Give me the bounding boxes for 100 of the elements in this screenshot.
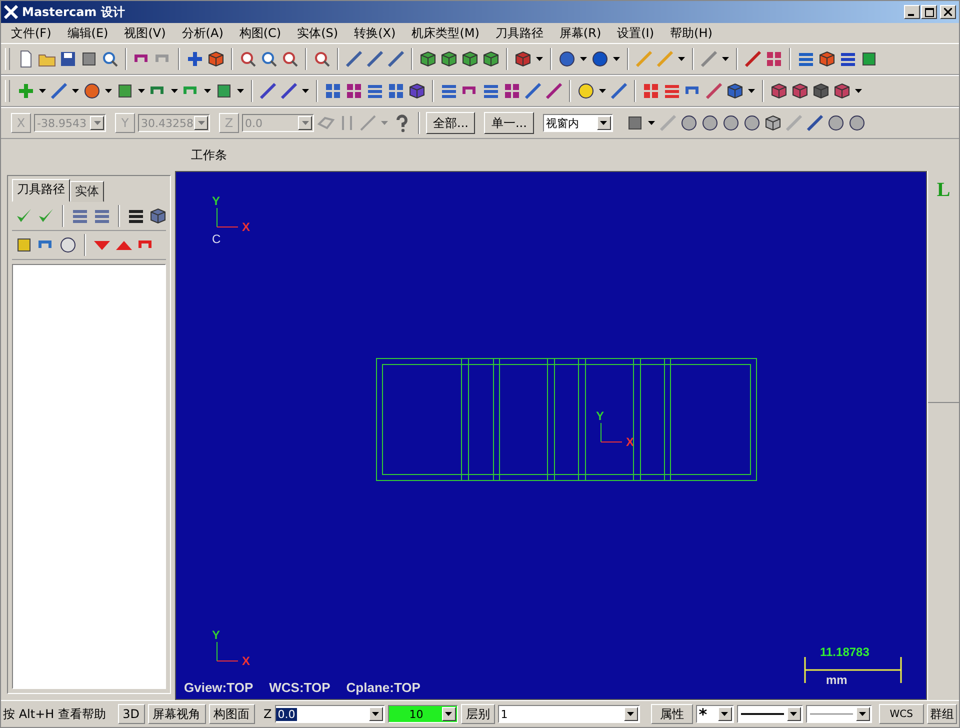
caret-icon[interactable] xyxy=(204,89,211,93)
caret-icon[interactable] xyxy=(72,89,79,93)
close-button[interactable] xyxy=(940,5,956,19)
caret-icon[interactable] xyxy=(648,121,655,125)
menu-item[interactable]: 屏幕(R) xyxy=(559,24,602,42)
shape-icon[interactable] xyxy=(207,50,225,68)
grid-icon[interactable] xyxy=(503,82,521,100)
cube-icon[interactable] xyxy=(440,50,458,68)
selection-mode-dropdown[interactable]: 视窗内 xyxy=(542,114,613,132)
caret-icon[interactable] xyxy=(722,57,729,61)
preview-icon[interactable] xyxy=(101,50,119,68)
status-button[interactable]: 3D xyxy=(118,704,145,724)
menu-item[interactable]: 文件(F) xyxy=(11,24,52,42)
point-style-dropdown[interactable]: * xyxy=(696,705,734,723)
bars-icon[interactable] xyxy=(663,82,681,100)
select-button[interactable]: 单一... xyxy=(484,112,534,134)
circle-icon[interactable] xyxy=(83,82,101,100)
menu-item[interactable]: 帮助(H) xyxy=(670,24,712,42)
color-field[interactable]: 10 xyxy=(388,705,458,723)
menu-item[interactable]: 刀具路径 xyxy=(495,24,544,42)
status-button[interactable]: 屏幕视角 xyxy=(148,704,206,724)
cube-icon[interactable] xyxy=(812,82,830,100)
line-icon[interactable] xyxy=(50,82,68,100)
zoom-out-icon[interactable] xyxy=(281,50,299,68)
caret-icon[interactable] xyxy=(39,89,46,93)
menu-item[interactable]: 机床类型(M) xyxy=(412,24,480,42)
cube-icon[interactable] xyxy=(764,114,782,132)
caret-icon[interactable] xyxy=(748,89,755,93)
shape-icon[interactable] xyxy=(791,82,809,100)
status-button[interactable]: 构图面 xyxy=(208,704,255,724)
bars-icon[interactable] xyxy=(797,50,815,68)
menu-item[interactable]: 编辑(E) xyxy=(67,24,108,42)
caret-icon[interactable] xyxy=(599,89,606,93)
scale-bar-icon xyxy=(804,657,902,683)
app-logo-icon xyxy=(4,5,18,19)
bars-icon[interactable] xyxy=(440,82,458,100)
bars-icon[interactable] xyxy=(482,82,500,100)
grid-icon[interactable] xyxy=(387,82,405,100)
grid-icon[interactable] xyxy=(324,82,342,100)
menu-item[interactable]: 分析(A) xyxy=(182,24,224,42)
axis-label: X xyxy=(626,435,634,449)
caret-icon[interactable] xyxy=(536,57,543,61)
menu-item[interactable]: 视图(V) xyxy=(124,24,166,42)
shape-icon[interactable] xyxy=(818,50,836,68)
grid-icon[interactable] xyxy=(345,82,363,100)
menu-item[interactable]: 构图(C) xyxy=(239,24,282,42)
minimize-button[interactable] xyxy=(904,5,920,19)
cube-icon[interactable] xyxy=(726,82,744,100)
caret-icon[interactable] xyxy=(613,57,620,61)
save-icon[interactable] xyxy=(59,50,77,68)
line-icon[interactable] xyxy=(524,82,542,100)
line-width-dropdown[interactable] xyxy=(806,705,872,723)
bars-icon[interactable] xyxy=(366,82,384,100)
cube-icon[interactable] xyxy=(461,50,479,68)
axis-label: X xyxy=(242,654,250,668)
line-style-dropdown[interactable] xyxy=(736,705,803,723)
z-depth-field[interactable]: 0.0 xyxy=(274,705,385,723)
menu-item[interactable]: 设置(I) xyxy=(617,24,654,42)
view-info-text: Cplane:TOP xyxy=(346,680,420,695)
zoom-in-icon[interactable] xyxy=(239,50,257,68)
caret-icon[interactable] xyxy=(302,89,309,93)
shape-icon[interactable] xyxy=(860,50,878,68)
caret-icon[interactable] xyxy=(678,57,685,61)
caret-icon[interactable] xyxy=(580,57,587,61)
menu-item[interactable]: 转换(X) xyxy=(354,24,396,42)
cube-icon[interactable] xyxy=(482,50,500,68)
shape-icon[interactable] xyxy=(770,82,788,100)
shape-icon[interactable] xyxy=(408,82,426,100)
circle-icon[interactable] xyxy=(848,114,866,132)
cube-icon[interactable] xyxy=(833,82,851,100)
cube-icon[interactable] xyxy=(419,50,437,68)
layer-button[interactable]: 层别 xyxy=(460,704,495,724)
menu-item[interactable]: 实体(S) xyxy=(297,24,338,42)
wcs-button[interactable]: WCS xyxy=(878,704,924,724)
scale-value: 11.18783 xyxy=(820,645,870,659)
zoom-window-icon[interactable] xyxy=(260,50,278,68)
thick-line-icon xyxy=(740,711,784,717)
group-button[interactable]: 群组 xyxy=(927,704,957,724)
globe-icon[interactable] xyxy=(558,50,576,68)
panel-tab[interactable]: 实体 xyxy=(70,181,104,202)
caret-icon[interactable] xyxy=(138,89,145,93)
axis-label: X xyxy=(242,220,250,234)
maximize-button[interactable] xyxy=(921,5,937,19)
zoom-icon[interactable] xyxy=(313,50,331,68)
cube-icon[interactable] xyxy=(149,207,167,225)
grid-icon[interactable] xyxy=(642,82,660,100)
sphere-icon[interactable] xyxy=(591,50,609,68)
z-depth-label: Z xyxy=(264,707,272,721)
caret-icon[interactable] xyxy=(237,89,244,93)
caret-icon[interactable] xyxy=(105,89,112,93)
grid-icon[interactable] xyxy=(765,50,783,68)
caret-icon[interactable] xyxy=(855,89,862,93)
cube-icon[interactable] xyxy=(514,50,532,68)
select-button[interactable]: 全部... xyxy=(426,112,476,134)
attributes-button[interactable]: 属性 xyxy=(650,704,693,724)
panel-tab[interactable]: 刀具路径 xyxy=(12,179,70,202)
caret-icon xyxy=(859,712,866,716)
caret-icon xyxy=(94,121,100,125)
layer-field[interactable]: 1 xyxy=(498,705,640,723)
caret-icon[interactable] xyxy=(171,89,178,93)
